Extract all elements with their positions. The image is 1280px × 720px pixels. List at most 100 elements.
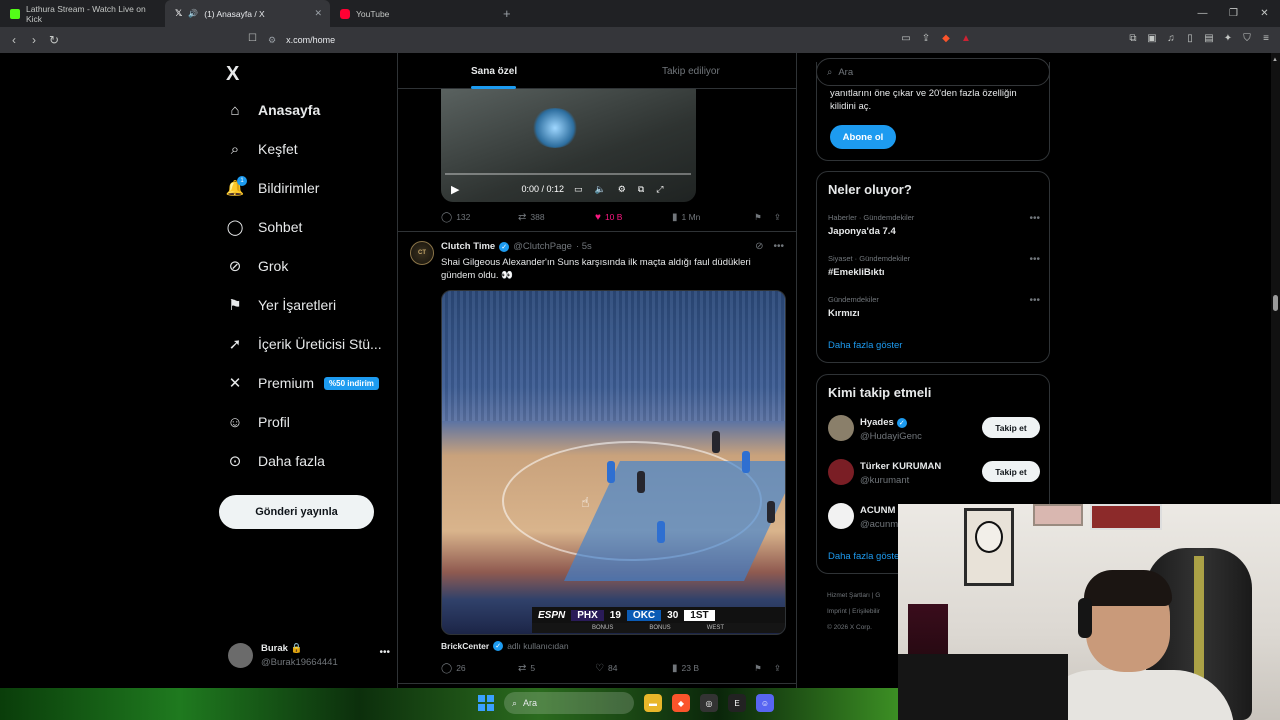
more-options-icon[interactable]: ••• [379, 647, 390, 658]
captions-icon[interactable]: ▭ [574, 184, 583, 195]
tweet-video[interactable]: ESPN PHX 19 OKC 30 1ST BONUS BONUS WEST [441, 290, 786, 635]
trend-item[interactable]: Haberler · Gündemdekiler Japonya'da 7.4 … [828, 213, 1040, 237]
browser-tab-x[interactable]: 𝕏 🔊 (1) Anasayfa / X ✕ [165, 0, 330, 27]
repost-button[interactable]: ⇄ 5 [518, 663, 595, 674]
sidebar-item-grok[interactable]: ⊘ Grok [226, 257, 289, 275]
reply-button[interactable]: ◯ 132 [441, 212, 518, 223]
scroll-up-icon[interactable]: ▲ [1272, 57, 1278, 63]
screenshot-icon[interactable]: ▣ [1146, 32, 1158, 44]
sidebar-item-bookmarks[interactable]: ⚑ Yer İşaretleri [226, 296, 336, 314]
address-bar[interactable]: ⚙ x.com/home [268, 31, 992, 49]
brave-shield-icon[interactable]: ◆ [940, 32, 952, 44]
video-player[interactable]: ▶ 0:00 / 0:12 ▭ 🔈 ⚙ ⧉ ⤢ [441, 88, 696, 202]
follow-suggestion[interactable]: Türker KURUMAN @kurumant Takip et [828, 459, 1040, 489]
subscribe-button[interactable]: Abone ol [830, 125, 896, 149]
minimize-icon[interactable]: — [1187, 0, 1218, 27]
restore-icon[interactable]: ❐ [1218, 0, 1249, 27]
windows-start-icon[interactable] [478, 695, 494, 711]
volume-icon[interactable]: 🔈 [595, 184, 606, 195]
wallet-icon[interactable]: ▤ [1203, 32, 1215, 44]
share-icon[interactable]: ⇪ [920, 32, 932, 44]
close-tab-icon[interactable]: ✕ [314, 8, 322, 19]
pip-icon[interactable]: ⧉ [638, 184, 644, 195]
follow-button[interactable]: Takip et [982, 417, 1040, 438]
footer-link[interactable]: Imprint | Erişilebilir [827, 604, 907, 620]
fullscreen-icon[interactable]: ⤢ [656, 184, 663, 195]
footer-link[interactable]: Hizmet Şartları | G [827, 588, 907, 604]
brave-rewards-icon[interactable]: ▲ [960, 32, 972, 44]
x-logo-icon[interactable]: X [226, 63, 239, 86]
attribution-name[interactable]: BrickCenter [441, 641, 489, 651]
menu-icon[interactable]: ≡ [1260, 32, 1272, 44]
sidebar-icon[interactable]: ▯ [1184, 32, 1196, 44]
browser-tab-kick[interactable]: Lathura Stream - Watch Live on Kick [0, 0, 165, 27]
file-explorer-icon[interactable]: ▬ [644, 694, 662, 712]
author-handle[interactable]: @ClutchPage [513, 241, 572, 252]
epic-games-icon[interactable]: E [728, 694, 746, 712]
site-info-icon[interactable]: ⚙ [268, 35, 276, 46]
new-tab-button[interactable]: + [503, 6, 511, 21]
more-options-icon[interactable]: ••• [1029, 254, 1040, 265]
audio-icon[interactable]: 🔊 [188, 9, 198, 18]
follow-suggestion[interactable]: Hyades ✓ @HudayiGenc Takip et [828, 415, 1040, 445]
search-input[interactable]: ⌕ Ara [816, 58, 1050, 86]
play-icon[interactable]: ▶ [451, 183, 459, 196]
tab-following[interactable]: Takip ediliyor [662, 66, 720, 77]
app-icon[interactable]: ◎ [700, 694, 718, 712]
reply-button[interactable]: ◯ 26 [441, 663, 518, 674]
bookmark-icon[interactable]: ⚑ [754, 212, 762, 223]
like-button[interactable]: ♥ 10 B [595, 212, 672, 223]
settings-icon[interactable]: ⚙ [618, 184, 626, 195]
bookmark-icon[interactable]: ⚑ [754, 663, 762, 674]
avatar [228, 643, 253, 668]
bookmark-page-icon[interactable]: ☐ [248, 33, 257, 44]
close-window-icon[interactable]: ✕ [1249, 0, 1280, 27]
trend-item[interactable]: Siyaset · Gündemdekiler #EmekliBıktı ••• [828, 254, 1040, 278]
more-options-icon[interactable]: ••• [773, 241, 784, 252]
sidebar-item-home[interactable]: ⌂ Anasayfa [226, 101, 320, 119]
sidebar-item-creator-studio[interactable]: ➚ İçerik Üreticisi Stü... [226, 335, 382, 353]
sidebar-item-more[interactable]: ⊙ Daha fazla [226, 452, 325, 470]
post-button[interactable]: Gönderi yayınla [219, 495, 374, 529]
sidebar-item-notifications[interactable]: 🔔 1 Bildirimler [226, 176, 319, 197]
cast-icon[interactable]: ▭ [900, 32, 912, 44]
back-icon[interactable]: ‹ [4, 30, 24, 50]
author-name[interactable]: Clutch Time [441, 241, 495, 252]
media-icon[interactable]: ♫ [1165, 32, 1177, 44]
more-options-icon[interactable]: ••• [1029, 295, 1040, 306]
grok-icon[interactable]: ⊘ [755, 241, 763, 252]
forward-icon[interactable]: › [24, 30, 44, 50]
browser-tab-youtube[interactable]: YouTube [330, 0, 495, 27]
sidebar-item-profile[interactable]: ☺ Profil [226, 413, 290, 431]
sidebar-item-chat[interactable]: ◯ Sohbet [226, 218, 303, 236]
follow-button[interactable]: Takip et [982, 461, 1040, 482]
avatar[interactable]: CT [410, 241, 434, 265]
share-icon[interactable]: ⇪ [774, 212, 781, 223]
views-button[interactable]: ▮ 1 Mn [672, 212, 749, 223]
sidebar-item-premium[interactable]: ✕ Premium %50 indirim [226, 374, 379, 392]
show-more-link[interactable]: Daha fazla göster [828, 551, 902, 562]
like-button[interactable]: ♡ 84 [595, 663, 672, 674]
video-progress-bar[interactable] [445, 173, 691, 175]
sidebar-item-explore[interactable]: ⌕ Keşfet [226, 140, 298, 158]
brave-browser-icon[interactable]: ◆ [672, 694, 690, 712]
account-switcher[interactable]: Burak 🔒 @Burak19664441 ••• [228, 643, 390, 668]
repost-button[interactable]: ⇄ 388 [518, 212, 595, 223]
sidebar-item-label: Daha fazla [258, 453, 325, 469]
tweet-time[interactable]: · 5s [576, 241, 592, 252]
extensions-icon[interactable]: ⧉ [1127, 32, 1139, 44]
discord-icon[interactable]: ☺ [756, 694, 774, 712]
show-more-link[interactable]: Daha fazla göster [828, 340, 902, 351]
more-options-icon[interactable]: ••• [1029, 213, 1040, 224]
tab-for-you[interactable]: Sana özel [471, 66, 517, 77]
views-button[interactable]: ▮ 23 B [672, 663, 749, 674]
leo-ai-icon[interactable]: ✦ [1222, 32, 1234, 44]
scrollbar-thumb[interactable] [1273, 295, 1278, 311]
vpn-icon[interactable]: ⛉ [1241, 32, 1253, 44]
reload-icon[interactable]: ↻ [44, 30, 64, 50]
taskbar-search[interactable]: ⌕ Ara [504, 692, 634, 714]
share-icon[interactable]: ⇪ [774, 663, 781, 674]
trend-item[interactable]: Gündemdekiler Kırmızı ••• [828, 295, 1040, 319]
page-scrollbar[interactable]: ▲ [1271, 53, 1280, 504]
views-icon: ▮ [672, 662, 678, 674]
